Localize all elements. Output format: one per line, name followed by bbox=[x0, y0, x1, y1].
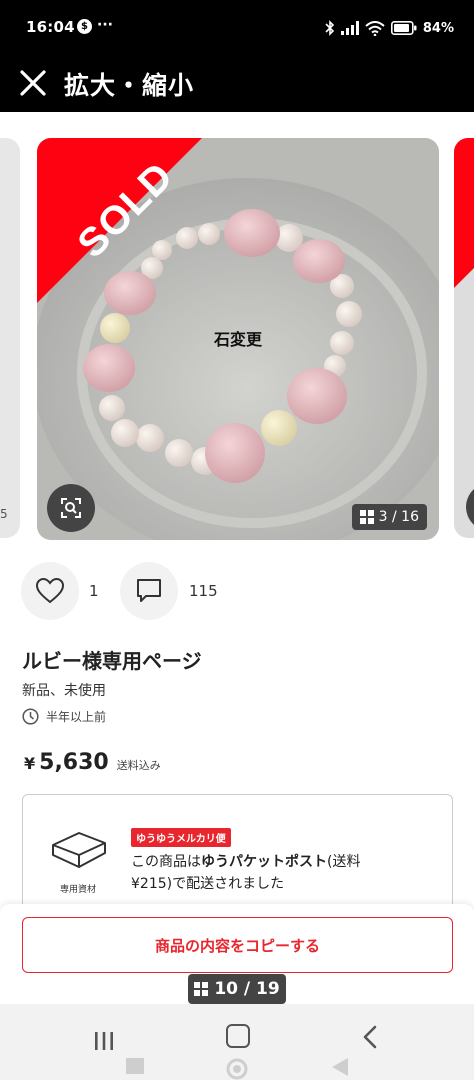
status-time: 16:04 bbox=[26, 18, 75, 36]
next-sold-banner bbox=[454, 138, 474, 288]
grid-icon bbox=[194, 982, 209, 996]
listed-time-text: 半年以上前 bbox=[46, 710, 107, 724]
comment-icon bbox=[137, 579, 161, 602]
bluetooth-icon bbox=[325, 20, 335, 36]
app-notification-icon: $ bbox=[77, 19, 92, 34]
package-label: 専用資材 bbox=[59, 885, 96, 895]
status-bar: 16:04 $ ··· 84% bbox=[0, 0, 474, 56]
image-search-icon bbox=[61, 498, 81, 518]
page-indicator-text: 10 / 19 bbox=[214, 979, 280, 999]
battery-icon bbox=[390, 21, 417, 35]
price-currency: ¥ bbox=[24, 754, 36, 773]
like-count: 1 bbox=[89, 582, 99, 600]
image-caption: 石変更 bbox=[213, 330, 262, 349]
wifi-icon bbox=[365, 20, 385, 36]
previous-image-counter: 5 bbox=[0, 507, 8, 521]
next-image-peek[interactable] bbox=[454, 138, 474, 538]
next-zoom-button bbox=[466, 483, 474, 531]
status-icons: 84% bbox=[325, 18, 454, 38]
close-button[interactable] bbox=[16, 66, 50, 100]
product-image[interactable]: SOLD 石変更 3 / 16 bbox=[37, 138, 439, 540]
price-note: 送料込み bbox=[116, 759, 161, 772]
heart-icon bbox=[36, 578, 64, 604]
price: ¥ 5,630 送料込み bbox=[24, 750, 161, 775]
page-title: 拡大・縮小 bbox=[64, 71, 195, 100]
shipping-description: この商品はゆうパケットポスト(送料 ¥215)で配送されました bbox=[131, 854, 361, 892]
ghost-square-icon bbox=[126, 1058, 144, 1074]
image-counter-text: 3 / 16 bbox=[378, 509, 419, 525]
item-title: ルビー様専用ページ bbox=[22, 649, 202, 673]
image-counter: 3 / 16 bbox=[351, 504, 427, 530]
back-button[interactable] bbox=[358, 1024, 384, 1050]
more-notifications-icon: ··· bbox=[97, 17, 113, 33]
clock-icon bbox=[22, 708, 39, 725]
price-value: 5,630 bbox=[39, 750, 109, 775]
system-nav-bar bbox=[0, 1004, 474, 1080]
item-condition: 新品、未使用 bbox=[22, 683, 106, 699]
listed-time: 半年以上前 bbox=[22, 708, 106, 725]
item-detail: 5 SOLD 石変更 3 / 16 1 115 ルビー様専用ページ 新品、未使用… bbox=[0, 112, 474, 1080]
top-bar: 拡大・縮小 bbox=[0, 56, 474, 112]
battery-percent: 84% bbox=[422, 20, 454, 36]
like-button[interactable] bbox=[21, 562, 79, 620]
recent-apps-button[interactable] bbox=[88, 1026, 120, 1056]
page-indicator: 10 / 19 bbox=[188, 974, 286, 1004]
package-icon bbox=[52, 832, 106, 868]
home-button[interactable] bbox=[226, 1024, 250, 1048]
ghost-triangle-icon bbox=[332, 1058, 348, 1076]
copy-item-button[interactable]: 商品の内容をコピーする bbox=[22, 917, 453, 973]
shipping-method-badge: ゆうゆうメルカリ便 bbox=[131, 828, 231, 847]
grid-icon bbox=[359, 510, 374, 524]
signal-icon bbox=[340, 21, 359, 35]
previous-image-peek[interactable] bbox=[0, 138, 20, 538]
ghost-circle-icon bbox=[226, 1058, 248, 1080]
image-search-button[interactable] bbox=[47, 484, 95, 532]
comment-button[interactable] bbox=[120, 562, 178, 620]
close-icon bbox=[20, 70, 46, 96]
comment-count: 115 bbox=[189, 582, 218, 600]
